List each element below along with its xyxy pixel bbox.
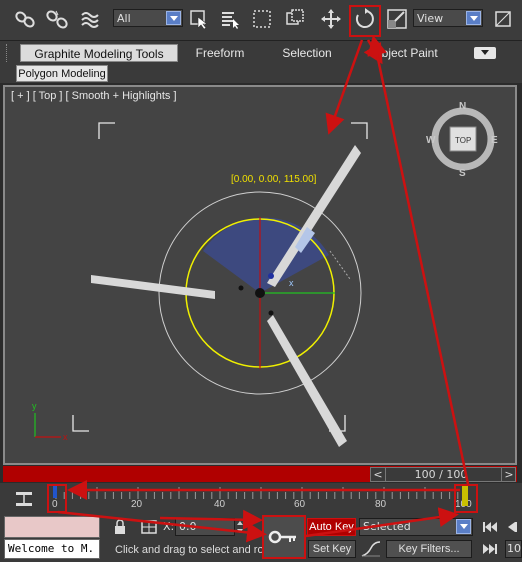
- rectangle-selection-icon[interactable]: [249, 6, 275, 32]
- chevron-down-icon: [456, 519, 471, 534]
- curve-editor-icon[interactable]: [14, 490, 34, 508]
- set-key-mode-button[interactable]: Set Key: [308, 540, 356, 558]
- reference-coord-value: View: [417, 12, 444, 25]
- absolute-mode-icon[interactable]: [140, 519, 158, 535]
- time-prev-button[interactable]: <: [371, 468, 386, 481]
- tick-label: 20: [131, 499, 143, 510]
- hub-joint-2: [238, 285, 244, 291]
- selection-filter-value: All: [117, 12, 131, 25]
- link-icon[interactable]: [12, 6, 38, 32]
- maxscript-mini-listener-top[interactable]: [4, 516, 100, 538]
- key-tangent-icon[interactable]: [360, 540, 382, 558]
- reference-coord-dropdown[interactable]: View: [413, 9, 483, 27]
- panel-tab-polygon-modeling[interactable]: Polygon Modeling: [16, 65, 108, 82]
- hub-joint-3: [268, 310, 274, 316]
- viewcube-face-label: TOP: [455, 136, 471, 145]
- frame-display: 100 / 100: [414, 468, 468, 481]
- key-mode-value: Selected: [363, 520, 411, 533]
- tab-graphite-modeling-tools[interactable]: Graphite Modeling Tools: [20, 44, 178, 62]
- rotate-highlight: [349, 5, 381, 37]
- x-coordinate-field[interactable]: 0.0: [175, 518, 235, 536]
- blade-2[interactable]: [91, 275, 215, 299]
- tick-label: 40: [214, 499, 226, 510]
- blade-3[interactable]: [267, 315, 347, 447]
- tick-label: 60: [294, 499, 306, 510]
- window-crossing-icon[interactable]: [282, 6, 308, 32]
- world-x-label: x: [63, 432, 68, 442]
- previous-frame-icon[interactable]: [503, 519, 521, 535]
- ribbon-grip[interactable]: [6, 44, 10, 62]
- key-filters-button[interactable]: Key Filters...: [386, 540, 472, 558]
- ribbon-options-button[interactable]: [474, 47, 496, 59]
- compass-e: E: [491, 135, 498, 146]
- viewcube[interactable]: TOP N S E W: [426, 101, 498, 179]
- bind-spacewarp-icon[interactable]: [78, 6, 104, 32]
- move-icon[interactable]: [318, 6, 344, 32]
- tab-selection[interactable]: Selection: [272, 44, 342, 62]
- go-to-start-icon[interactable]: [481, 519, 499, 535]
- key-mode-dropdown[interactable]: Selected: [359, 518, 473, 536]
- gizmo-x-label: x: [289, 278, 294, 288]
- ruler-ticks: [55, 487, 467, 499]
- maxscript-listener-input[interactable]: Welcome to M.: [4, 539, 100, 559]
- hub-joint-1: [268, 273, 274, 279]
- select-object-icon[interactable]: [186, 6, 212, 32]
- lock-icon[interactable]: [112, 519, 128, 535]
- unlink-icon[interactable]: [44, 6, 70, 32]
- arc-guide: [329, 250, 351, 280]
- x-coordinate-label: X:: [163, 520, 175, 533]
- time-next-button[interactable]: >: [501, 468, 516, 481]
- blade-1[interactable]: [267, 145, 361, 287]
- auto-key-button[interactable]: Auto Key: [307, 518, 356, 536]
- select-by-name-icon[interactable]: [217, 6, 243, 32]
- selection-filter-dropdown[interactable]: All: [113, 9, 183, 27]
- keyframe-end-highlight: [454, 484, 478, 513]
- viewport-scene: x y x TOP N S E W: [32, 101, 498, 447]
- tab-object-paint[interactable]: Object Paint: [365, 44, 445, 62]
- world-y-label: y: [32, 401, 37, 411]
- status-bar: Welcome to M. X: 0.0 Click and drag to s…: [0, 515, 522, 562]
- time-slider[interactable]: < 100 / 100 >: [370, 467, 516, 482]
- compass-w: W: [426, 135, 436, 146]
- track-bar[interactable]: 0 20 40 60 80 100: [0, 483, 522, 515]
- track-ruler[interactable]: [48, 485, 470, 499]
- chevron-down-icon: [466, 11, 481, 25]
- ribbon: Graphite Modeling Tools Freeform Selecti…: [0, 41, 522, 83]
- status-prompt: Click and drag to select and ro: [115, 544, 263, 556]
- compass-n: N: [459, 101, 466, 112]
- pivot-icon[interactable]: [490, 6, 516, 32]
- key-icon: [268, 530, 296, 544]
- current-frame-field[interactable]: 10: [505, 540, 522, 558]
- tab-freeform[interactable]: Freeform: [185, 44, 255, 62]
- tick-label: 80: [375, 499, 387, 510]
- keyframe-start-highlight: [47, 484, 67, 513]
- compass-s: S: [459, 168, 466, 179]
- chevron-down-icon: [166, 11, 181, 25]
- rotor-hub[interactable]: [255, 288, 265, 298]
- main-toolbar: All View: [0, 0, 522, 41]
- viewport-top[interactable]: [ + ] [ Top ] [ Smooth + Highlights ] [0…: [3, 85, 517, 465]
- go-to-end-icon[interactable]: [481, 541, 499, 557]
- safe-frame: [72, 122, 368, 432]
- set-key-button[interactable]: [262, 515, 306, 559]
- scale-icon[interactable]: [384, 6, 410, 32]
- x-spinner[interactable]: [236, 518, 244, 536]
- chevron-down-icon: [481, 50, 489, 55]
